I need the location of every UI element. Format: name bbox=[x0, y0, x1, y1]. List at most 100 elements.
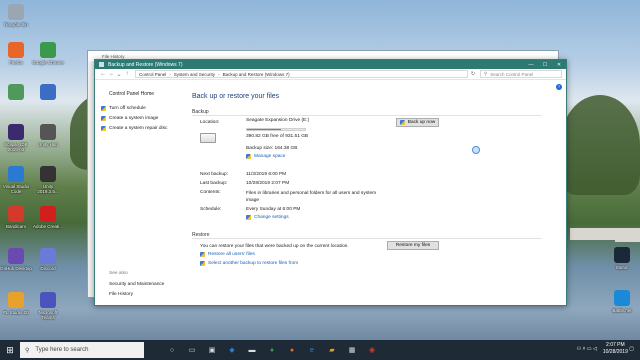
desktop-icon-label: Google Chrome bbox=[32, 60, 64, 65]
desktop-icon-label: Recycle Bin bbox=[4, 22, 28, 27]
address-bar: ← → ⌄ ↑ Control Panel › System and Secur… bbox=[95, 69, 566, 80]
main-panel: Back up or restore your files Backup Loc… bbox=[191, 80, 561, 305]
shield-icon bbox=[399, 120, 405, 125]
desktop-icon-label: Bandicam bbox=[5, 224, 26, 229]
taskbar-search-input[interactable]: ⚲ Type here to search bbox=[20, 342, 144, 358]
location-value: Seagate Expansion Drive (E:) bbox=[246, 118, 310, 123]
edge-icon[interactable]: e bbox=[302, 347, 322, 354]
backup-size-text: Backup size: 164.38 GB bbox=[246, 146, 298, 151]
desktop-icon[interactable] bbox=[0, 84, 32, 102]
app-icon bbox=[8, 248, 24, 264]
maximize-button[interactable]: ☐ bbox=[538, 62, 552, 68]
restore-my-files-button[interactable]: Restore my files bbox=[387, 241, 439, 250]
change-settings-link[interactable]: Change settings bbox=[246, 215, 289, 220]
app-icon bbox=[8, 124, 24, 140]
system-tray: ⚇ ˄ ▭ ◁ 2:07 PM 10/28/2019 ▢ bbox=[577, 342, 634, 356]
app-icon bbox=[40, 84, 56, 100]
app-icon bbox=[8, 42, 24, 58]
chevron-right-icon: › bbox=[218, 71, 220, 77]
record-icon[interactable]: ◉ bbox=[362, 346, 382, 354]
turn-off-schedule-link[interactable]: Turn off schedule bbox=[101, 106, 146, 111]
app-icon bbox=[8, 292, 24, 308]
desktop-icon[interactable]: Eclipse IDE 2019-03 bbox=[0, 124, 32, 152]
backup-restore-window[interactable]: Backup and Restore (Windows 7) — ☐ ✕ ← →… bbox=[94, 59, 567, 306]
desktop-icon-label: Firefox bbox=[9, 60, 23, 65]
app-icon bbox=[40, 206, 56, 222]
chevron-up-icon[interactable]: ˄ bbox=[583, 346, 586, 352]
desktop-icon[interactable]: Firefox bbox=[0, 42, 32, 65]
terminal-icon[interactable]: ▬ bbox=[242, 347, 262, 354]
folder-icon[interactable]: ▰ bbox=[322, 346, 342, 354]
breadcrumb[interactable]: Control Panel › System and Security › Ba… bbox=[135, 70, 468, 78]
desktop-icon[interactable]: Bandicam bbox=[0, 206, 32, 229]
background-house bbox=[570, 228, 615, 240]
desktop-icon[interactable]: Visual Studio Code bbox=[0, 166, 32, 194]
desktop-icon-label: Unity 2019.2.5... bbox=[37, 184, 59, 194]
minimize-button[interactable]: — bbox=[524, 62, 538, 68]
desktop-icon[interactable]: GitHub Desktop bbox=[0, 248, 32, 271]
title-bar[interactable]: Backup and Restore (Windows 7) — ☐ ✕ bbox=[95, 60, 566, 69]
background-house bbox=[615, 228, 640, 242]
volume-icon[interactable]: ◁ bbox=[593, 346, 597, 352]
desktop-icon[interactable]: Adobe Creati... bbox=[32, 206, 64, 229]
breadcrumb-backup-restore[interactable]: Backup and Restore (Windows 7) bbox=[223, 72, 290, 77]
create-system-image-link[interactable]: Create a system image bbox=[101, 116, 158, 121]
control-panel-home-link[interactable]: Control Panel Home bbox=[109, 91, 154, 97]
notifications-icon[interactable]: ▢ bbox=[629, 346, 634, 352]
restore-all-users-link[interactable]: Restore all users' files bbox=[200, 252, 255, 257]
chrome-icon[interactable]: ● bbox=[262, 347, 282, 354]
next-backup-value: 11/3/2019 6:00 PM bbox=[246, 172, 287, 177]
select-another-backup-link[interactable]: Select another backup to restore files f… bbox=[200, 261, 298, 266]
manage-space-link[interactable]: Manage space bbox=[246, 154, 285, 159]
desktop-icon-label: Microsoft Teams bbox=[38, 310, 58, 320]
desktop-icon-label: GitHub Desktop bbox=[0, 266, 32, 271]
clock[interactable]: 2:07 PM 10/28/2019 bbox=[603, 342, 628, 356]
up-arrow-icon[interactable]: ↑ bbox=[123, 71, 131, 77]
app-icon bbox=[8, 4, 24, 20]
desktop-icon[interactable]: FL Studio 20 bbox=[0, 292, 32, 315]
help-icon[interactable]: ? bbox=[556, 84, 562, 90]
back-up-now-button[interactable]: Back up now bbox=[396, 118, 439, 127]
task-view-icon[interactable]: ○ bbox=[162, 347, 182, 354]
file-history-link[interactable]: File History bbox=[109, 292, 133, 297]
breadcrumb-control-panel[interactable]: Control Panel bbox=[139, 72, 166, 77]
back-arrow-icon[interactable]: ← bbox=[99, 71, 107, 77]
security-maintenance-link[interactable]: Security and Maintenance bbox=[109, 282, 164, 287]
section-divider bbox=[192, 115, 542, 116]
last-backup-value: 10/28/2019 2:07 PM bbox=[246, 181, 290, 186]
background-tree bbox=[560, 95, 640, 195]
search-input[interactable]: ⚲ Search Control Panel bbox=[480, 70, 562, 78]
file-explorer-icon[interactable]: ▭ bbox=[182, 346, 202, 354]
desktop-icon[interactable] bbox=[32, 84, 64, 102]
desktop-icon[interactable]: Steam bbox=[606, 247, 638, 270]
close-button[interactable]: ✕ bbox=[552, 62, 566, 68]
desktop-icon[interactable]: Battle.net bbox=[606, 290, 638, 313]
desktop-icon[interactable]: Unity 2019.2.5... bbox=[32, 166, 64, 194]
content-area: Control Panel Home Turn off schedule Cre… bbox=[95, 80, 566, 305]
taskbar-search-placeholder: Type here to search bbox=[35, 347, 89, 353]
control-panel-icon[interactable]: ▦ bbox=[342, 346, 362, 354]
desktop-icon[interactable]: Discord bbox=[32, 248, 64, 271]
network-icon[interactable]: ▭ bbox=[587, 346, 592, 352]
people-icon[interactable]: ⚇ bbox=[577, 346, 581, 352]
desktop-icon-label: Visual Studio Code bbox=[2, 184, 30, 194]
forward-arrow-icon[interactable]: → bbox=[107, 71, 115, 77]
next-backup-label: Next backup: bbox=[200, 172, 228, 177]
shield-icon bbox=[101, 126, 106, 131]
create-repair-disc-link[interactable]: Create a system repair disc bbox=[101, 126, 167, 131]
desktop-icon[interactable]: Recycle Bin bbox=[0, 4, 32, 27]
page-title: Back up or restore your files bbox=[192, 93, 280, 100]
windows-start-icon[interactable]: ⊞ bbox=[0, 345, 20, 356]
desktop-icon[interactable]: Microsoft Teams bbox=[32, 292, 64, 320]
vscode-icon[interactable]: ◆ bbox=[222, 346, 242, 354]
desktop-icon-label: FL Studio 20 bbox=[3, 310, 29, 315]
breadcrumb-system-security[interactable]: System and Security bbox=[174, 72, 215, 77]
shield-icon bbox=[246, 154, 251, 159]
clock-time: 2:07 PM bbox=[606, 342, 625, 348]
recent-locations-icon[interactable]: ⌄ bbox=[115, 71, 123, 78]
store-icon[interactable]: ▣ bbox=[202, 346, 222, 354]
refresh-icon[interactable]: ↻ bbox=[468, 71, 478, 77]
desktop-icon[interactable]: Google Chrome bbox=[32, 42, 64, 65]
firefox-icon[interactable]: ● bbox=[282, 347, 302, 354]
desktop-icon[interactable]: Unity Hub bbox=[32, 124, 64, 147]
